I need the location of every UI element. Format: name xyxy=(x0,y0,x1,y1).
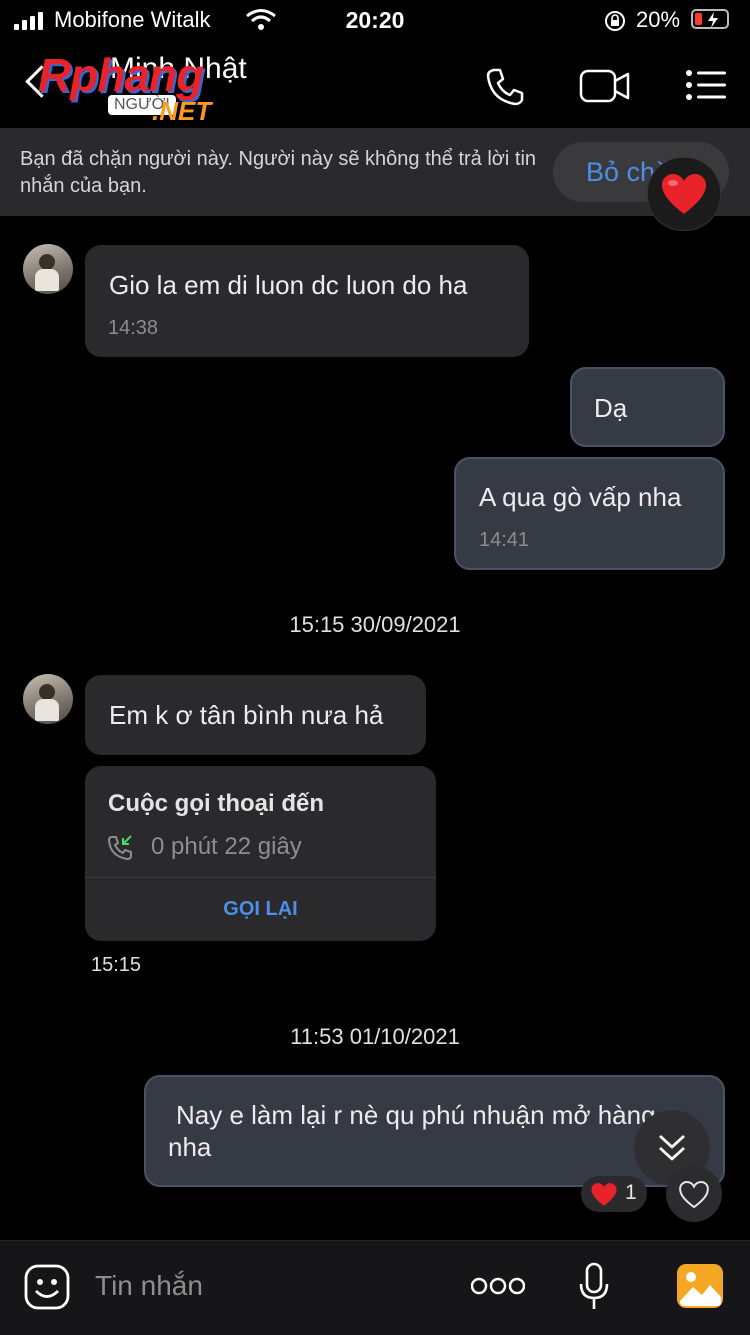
message-input[interactable]: Tin nhắn xyxy=(95,1270,203,1302)
status-bar: Mobifone Witalk 20:20 20% xyxy=(0,0,750,42)
double-chevron-down-icon xyxy=(659,1134,685,1161)
message-text: Gio la em di luon dc luon do ha xyxy=(109,270,468,300)
heart-icon xyxy=(591,1183,617,1206)
react-button[interactable] xyxy=(666,1166,722,1222)
more-icon[interactable] xyxy=(471,1275,525,1297)
message-time: 14:38 xyxy=(108,317,159,339)
phone-icon[interactable] xyxy=(484,66,526,108)
message-text: Nay e làm lại r nè qu phú nhuận mở hàng … xyxy=(168,1100,678,1162)
contact-avatar[interactable] xyxy=(23,674,73,724)
heart-icon xyxy=(662,174,706,214)
divider xyxy=(85,877,436,878)
video-icon[interactable] xyxy=(579,68,631,104)
heart-outline-icon xyxy=(679,1180,709,1209)
blocked-notice: Bạn đã chặn người này. Người này sẽ khôn… xyxy=(20,148,537,197)
mic-icon[interactable] xyxy=(578,1262,610,1312)
watermark-domain: .NET xyxy=(152,96,212,126)
message-text: A qua gò vấp nha xyxy=(479,482,682,512)
call-duration: 0 phút 22 giây xyxy=(151,833,302,860)
message-bubble[interactable] xyxy=(454,457,725,570)
message-time: 14:41 xyxy=(479,529,530,551)
call-title: Cuộc gọi thoại đến xyxy=(108,790,324,817)
message-text: Dạ xyxy=(594,393,628,423)
heart-reaction-button[interactable] xyxy=(647,157,721,231)
rotation-lock-icon xyxy=(605,11,625,31)
call-back-button[interactable]: GỌI LẠI xyxy=(85,898,436,921)
reaction-count: 1 xyxy=(625,1181,637,1204)
incoming-call-icon xyxy=(108,835,132,860)
date-separator: 11:53 01/10/2021 xyxy=(290,1024,460,1049)
date-separator: 15:15 30/09/2021 xyxy=(289,612,461,637)
message-bubble[interactable] xyxy=(85,245,529,357)
watermark-logo: Rphang xyxy=(38,49,204,101)
battery-percent: 20% xyxy=(636,7,681,32)
battery-icon xyxy=(691,9,729,29)
message-text: Em k ơ tân bình nưa hả xyxy=(109,700,384,730)
message-time: 15:15 xyxy=(91,954,142,976)
contact-avatar[interactable] xyxy=(23,244,73,294)
image-icon[interactable] xyxy=(676,1263,724,1309)
menu-icon[interactable] xyxy=(686,70,726,100)
reaction-badge[interactable]: 1 xyxy=(581,1176,647,1212)
sticker-icon[interactable] xyxy=(23,1263,71,1311)
